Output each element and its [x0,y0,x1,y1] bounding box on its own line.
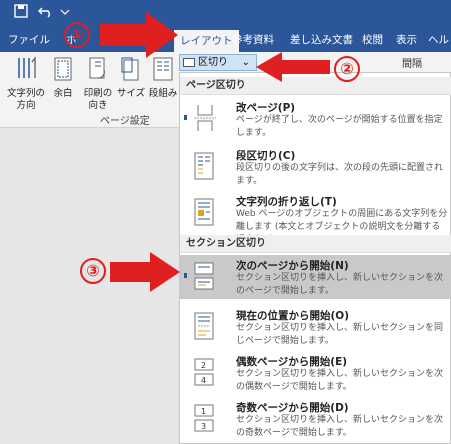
menu-item-next-page[interactable]: 次のページから開始(N) セクション区切りを挿入し、新しいセクションを次のページ… [180,255,451,299]
menu-item-column-break[interactable]: 段区切り(C) 段区切りの後の文字列は、次の段の先頭に配置されます。 [180,145,451,189]
menu-item-odd-page[interactable]: 1 3 奇数ページから開始(D) セクション区切りを挿入し、新しいセクションを次… [180,397,451,441]
menu-marker [184,273,187,278]
size-button[interactable]: サイズ [116,56,146,100]
tab-review[interactable]: 校閲 [362,32,383,48]
even-page-section-icon: 2 4 [194,358,214,386]
annotation-arrow-left-2 [256,52,330,82]
title-bar [0,0,451,28]
breaks-button-label: 区切り [198,57,228,68]
tab-layout[interactable]: レイアウト [174,30,239,52]
columns-button[interactable]: 段組み [148,56,178,100]
section-breaks-header: セクション区切り [180,235,451,253]
menu-item-page-break[interactable]: 改ページ(P) ページが終了し、次のページが開始する位置を指定します。 [180,97,451,141]
columns-label: 段組み [148,88,178,99]
annotation-number-3: ③ [80,258,106,284]
size-icon [121,57,139,81]
odd-page-title: 奇数ページから開始(D) [236,402,349,414]
annotation-number-1: ① [64,22,90,48]
odd-page-desc: セクション区切りを挿入し、新しいセクションを次の奇数ページで開始します。 [236,415,444,438]
text-direction-label: 文字列の 方向 [6,88,45,111]
tab-mailings[interactable]: 差し込み文書 [290,32,353,48]
svg-text:3: 3 [201,422,206,431]
column-break-title: 段区切り(C) [236,150,296,162]
menu-item-even-page[interactable]: 2 4 偶数ページから開始(E) セクション区切りを挿入し、新しいセクションを次… [180,351,451,395]
svg-text:1: 1 [201,407,206,416]
menu-item-continuous[interactable]: 現在の位置から開始(O) セクション区切りを挿入し、新しいセクションを同じページ… [180,305,451,349]
text-wrapping-title: 文字列の折り返し(T) [236,196,337,208]
orientation-icon [89,57,105,79]
svg-text:4: 4 [201,376,206,385]
next-page-title: 次のページから開始(N) [236,260,349,272]
annotation-number-2: ② [334,56,360,82]
text-direction-icon [18,56,36,78]
column-break-desc: 段区切りの後の文字列は、次の段の先頭に配置されます。 [236,163,444,186]
save-icon[interactable] [14,4,28,18]
orientation-label: 印刷の 向き [83,88,113,111]
margins-icon [54,57,72,81]
odd-page-section-icon: 1 3 [194,404,214,432]
continuous-section-icon [194,312,214,340]
page-break-desc: ページが終了し、次のページが開始する位置を指定します。 [236,115,443,138]
margins-button[interactable]: 余白 [48,56,78,100]
column-break-icon [194,152,214,180]
columns-icon [153,57,173,81]
menu-item-text-wrapping[interactable]: 文字列の折り返し(T) Web ページのオブジェクトの周囲にある文字列を分離しま… [180,191,451,245]
tab-view[interactable]: 表示 [396,32,417,48]
next-page-desc: セクション区切りを挿入し、新しいセクションを次のページで開始します。 [236,273,444,296]
margins-label: 余白 [53,88,73,99]
annotation-arrow-right-1 [100,12,178,58]
even-page-title: 偶数ページから開始(E) [236,356,348,368]
chevron-down-icon[interactable] [60,4,70,18]
page-break-icon [194,105,216,131]
page-setup-group-label: ページ設定 [100,116,150,127]
continuous-desc: セクション区切りを挿入し、新しいセクションを同じページで開始します。 [236,323,444,346]
chevron-down-icon: ⌄ [241,57,250,68]
tab-file[interactable]: ファイル [8,32,50,48]
svg-text:2: 2 [201,361,206,370]
breaks-icon [183,58,195,67]
page-break-title: 改ページ(P) [236,102,296,114]
tab-references[interactable]: 参考資料 [232,32,274,48]
even-page-desc: セクション区切りを挿入し、新しいセクションを次の偶数ページで開始します。 [236,369,444,392]
text-wrapping-break-icon [194,198,214,226]
breaks-button[interactable]: 区切り ⌄ [179,54,257,71]
text-direction-button[interactable]: 文字列の 方向 [6,56,46,112]
undo-icon[interactable] [38,4,54,18]
continuous-title: 現在の位置から開始(O) [236,310,350,322]
next-page-section-icon [194,262,214,290]
size-label: サイズ [116,88,146,99]
tab-help[interactable]: ヘル [428,32,449,48]
menu-marker [184,115,187,120]
orientation-button[interactable]: 印刷の 向き [80,56,116,112]
breaks-dropdown-menu: ページ区切り 改ページ(P) ページが終了し、次のページが開始する位置を指定しま… [179,72,451,444]
spacing-label: 間隔 [402,59,422,70]
annotation-arrow-right-3 [110,252,180,292]
